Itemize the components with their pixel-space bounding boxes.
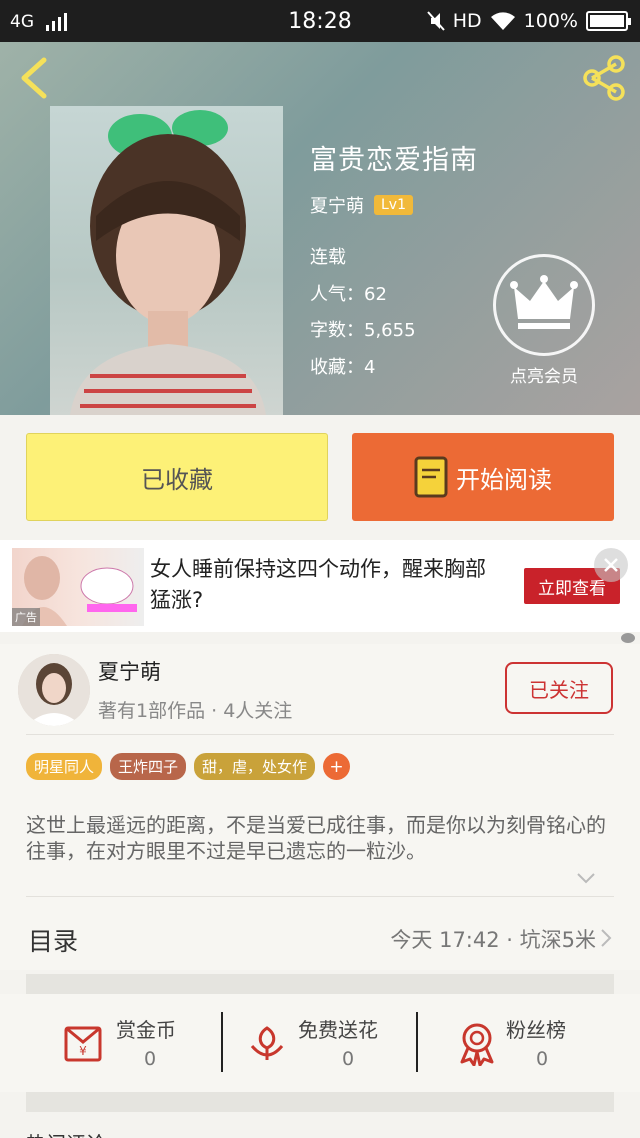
chevron-down-icon[interactable] xyxy=(576,872,596,884)
hot-comments-heading: 热门评论 xyxy=(26,1128,106,1138)
svg-text:¥: ¥ xyxy=(79,1044,87,1058)
status-right: HD 100% xyxy=(427,10,631,32)
book-cover-image[interactable] xyxy=(50,106,283,415)
battery-icon xyxy=(586,11,631,31)
status-bar: 4G 18:28 HD 100% xyxy=(0,0,640,42)
crown-icon xyxy=(493,254,595,356)
tag-1[interactable]: 王炸四子 xyxy=(110,753,187,780)
tag-0[interactable]: 明星同人 xyxy=(26,753,103,780)
book-description: 这世上最遥远的距离，不是当爱已成往事，而是你以为刻骨铭心的往事，在对方眼里不过是… xyxy=(26,813,606,863)
tag-2[interactable]: 甜，虐，处女作 xyxy=(194,753,316,780)
favorite-button-label: 已收藏 xyxy=(141,465,213,494)
table-of-contents-row[interactable]: 目录 今天 17:42 · 坑深5米 xyxy=(0,906,640,970)
vip-label: 点亮会员 xyxy=(510,367,578,387)
divider xyxy=(26,734,614,735)
back-icon[interactable] xyxy=(16,56,52,100)
popularity: 人气：62 xyxy=(310,283,387,305)
ad-tag: 广告 xyxy=(12,608,40,626)
reward-coins[interactable]: ¥ 赏金币 0 xyxy=(30,994,226,1092)
ad-close-icon[interactable] xyxy=(594,548,628,582)
reward-fan-ranking[interactable]: 粉丝榜 0 xyxy=(418,994,614,1092)
reward-coins-value: 0 xyxy=(144,1048,157,1070)
share-icon[interactable] xyxy=(580,54,628,102)
section-separator xyxy=(26,974,614,994)
reward-flowers-value: 0 xyxy=(342,1048,355,1070)
wifi-icon xyxy=(490,12,515,30)
chevron-right-icon xyxy=(601,929,612,947)
toc-label: 目录 xyxy=(28,927,79,956)
ad-image[interactable]: 广告 xyxy=(12,548,144,626)
word-count: 字数：5,655 xyxy=(310,320,416,341)
book-header: 富贵恋爱指南 夏宁萌 Lv1 连载 人气：62 字数：5,655 收藏：4 点亮… xyxy=(0,42,640,415)
serial-status: 连载 xyxy=(310,247,346,268)
favorite-button[interactable]: 已收藏 xyxy=(26,433,328,521)
ad-banner[interactable]: 广告 女人睡前保持这四个动作，醒来胸部猛涨? 立即查看 xyxy=(0,540,640,643)
book-icon xyxy=(414,456,448,498)
reward-bar: ¥ 赏金币 0 免费送花 0 粉丝榜 0 xyxy=(0,994,640,1092)
mute-icon xyxy=(427,11,445,31)
start-reading-label: 开始阅读 xyxy=(456,465,552,494)
hd-indicator: HD xyxy=(452,10,482,32)
book-author[interactable]: 夏宁萌 xyxy=(310,192,364,218)
book-meta: 连载 人气：62 字数：5,655 收藏：4 xyxy=(310,240,416,386)
author-card: 夏宁萌 著有1部作品 · 4人关注 已关注 明星同人 王炸四子 甜，虐，处女作 … xyxy=(0,644,640,906)
author-row: 夏宁萌 Lv1 xyxy=(310,192,413,218)
divider xyxy=(26,896,614,897)
flower-icon xyxy=(250,1026,284,1060)
author-name[interactable]: 夏宁萌 xyxy=(98,656,161,686)
ad-choices-icon[interactable] xyxy=(620,632,636,644)
reward-coins-label: 赏金币 xyxy=(116,1018,176,1042)
coin-envelope-icon: ¥ xyxy=(64,1026,102,1062)
follow-button[interactable]: 已关注 xyxy=(505,662,613,714)
reward-fan-ranking-label: 粉丝榜 xyxy=(506,1018,566,1042)
add-tag-button[interactable]: + xyxy=(323,753,351,780)
avatar[interactable] xyxy=(18,654,90,726)
reward-flowers-label: 免费送花 xyxy=(298,1018,378,1042)
toc-update-info: 今天 17:42 · 坑深5米 xyxy=(390,928,596,952)
favorites-count: 收藏：4 xyxy=(310,356,376,378)
reward-fan-ranking-value: 0 xyxy=(536,1048,549,1070)
cover-portrait-illustration xyxy=(70,110,266,415)
level-badge: Lv1 xyxy=(374,195,413,215)
start-reading-button[interactable]: 开始阅读 xyxy=(352,433,614,521)
battery-percent: 100% xyxy=(523,10,578,32)
ad-text[interactable]: 女人睡前保持这四个动作，醒来胸部猛涨? xyxy=(150,554,500,616)
section-separator xyxy=(26,1092,614,1112)
book-title: 富贵恋爱指南 xyxy=(310,145,478,176)
author-stats: 著有1部作品 · 4人关注 xyxy=(98,700,293,722)
tag-list: 明星同人 王炸四子 甜，虐，处女作 + xyxy=(26,753,351,780)
vip-button[interactable]: 点亮会员 xyxy=(493,254,595,387)
reward-flowers[interactable]: 免费送花 0 xyxy=(222,994,418,1092)
medal-icon xyxy=(460,1023,494,1066)
